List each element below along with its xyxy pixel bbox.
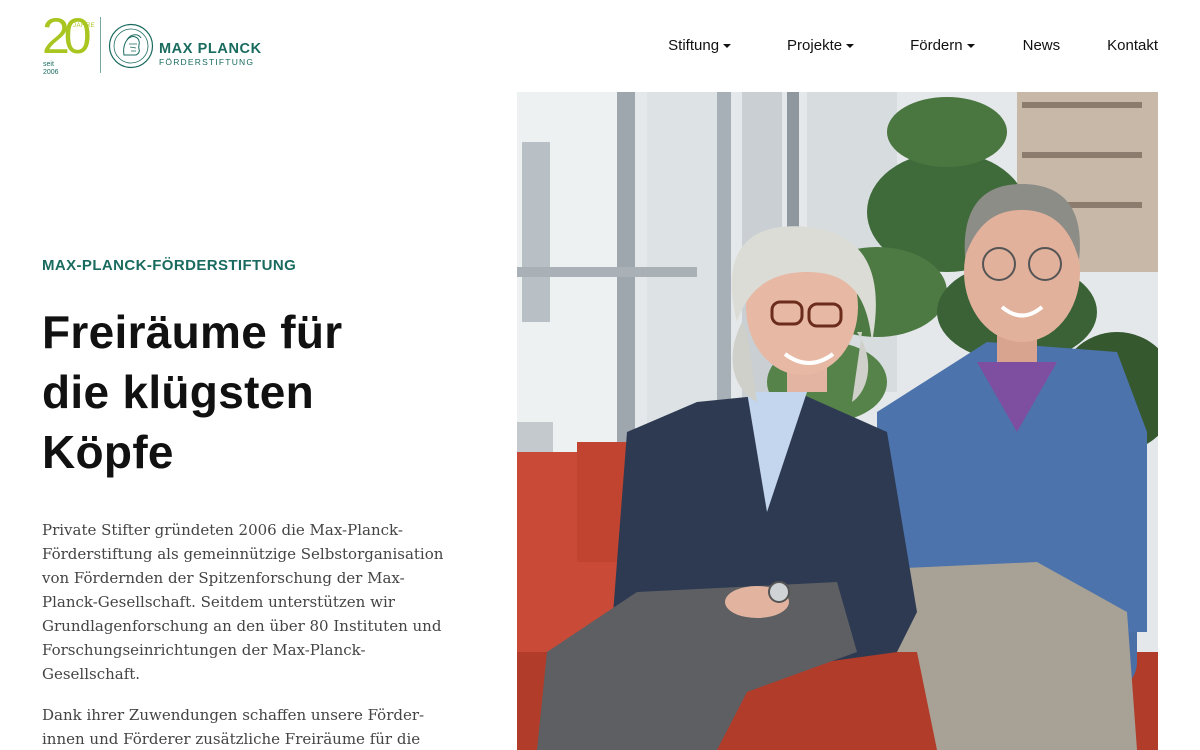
- logo-wordmark: MAX PLANCK FÖRDERSTIFTUNG: [159, 41, 279, 68]
- nav-item-foerdern[interactable]: Fördern: [910, 37, 975, 54]
- nav-item-projekte[interactable]: Projekte: [787, 37, 855, 54]
- anniversary-badge: 20 JAHRE seit 2006: [42, 11, 98, 77]
- caret-down-icon: [966, 44, 975, 48]
- headline-line: die klügsten: [42, 366, 314, 418]
- anniversary-number: 20: [42, 8, 92, 64]
- headline-line: Köpfe: [42, 426, 174, 478]
- anniversary-label: JAHRE: [73, 23, 96, 29]
- caret-down-icon: [723, 44, 732, 48]
- nav-item-stiftung[interactable]: Stiftung: [668, 37, 732, 54]
- hero-photo-illustration: [517, 92, 1158, 750]
- main-nav: Stiftung Projekte Fördern News Kontakt: [668, 37, 1158, 54]
- nav-item-news[interactable]: News: [1023, 37, 1061, 54]
- headline-line: Freiräume für: [42, 306, 343, 358]
- logo-subname: FÖRDERSTIFTUNG: [159, 57, 255, 67]
- anniversary-since: seit 2006: [43, 61, 59, 76]
- caret-down-icon: [846, 44, 855, 48]
- intro-paragraph: Private Stifter gründeten 2006 die Max-P…: [42, 521, 444, 683]
- hero-headline: Freiräume für die klügsten Köpfe: [42, 302, 482, 482]
- site-logo[interactable]: 20 JAHRE seit 2006 MAX PLANCK FÖRDERSTIF…: [42, 11, 261, 77]
- site-header: 20 JAHRE seit 2006 MAX PLANCK FÖRDERSTIF…: [0, 0, 1200, 92]
- hero-eyebrow: MAX-PLANCK-FÖRDERSTIFTUNG: [42, 257, 297, 274]
- second-paragraph: Dank ihrer Zuwendungen schaffen unsere F…: [42, 706, 425, 748]
- minerva-seal-icon: [108, 23, 154, 69]
- logo-divider: [100, 17, 101, 73]
- logo-name: MAX PLANCK: [159, 41, 262, 57]
- hero-photo: [517, 92, 1158, 750]
- nav-item-kontakt[interactable]: Kontakt: [1107, 37, 1158, 54]
